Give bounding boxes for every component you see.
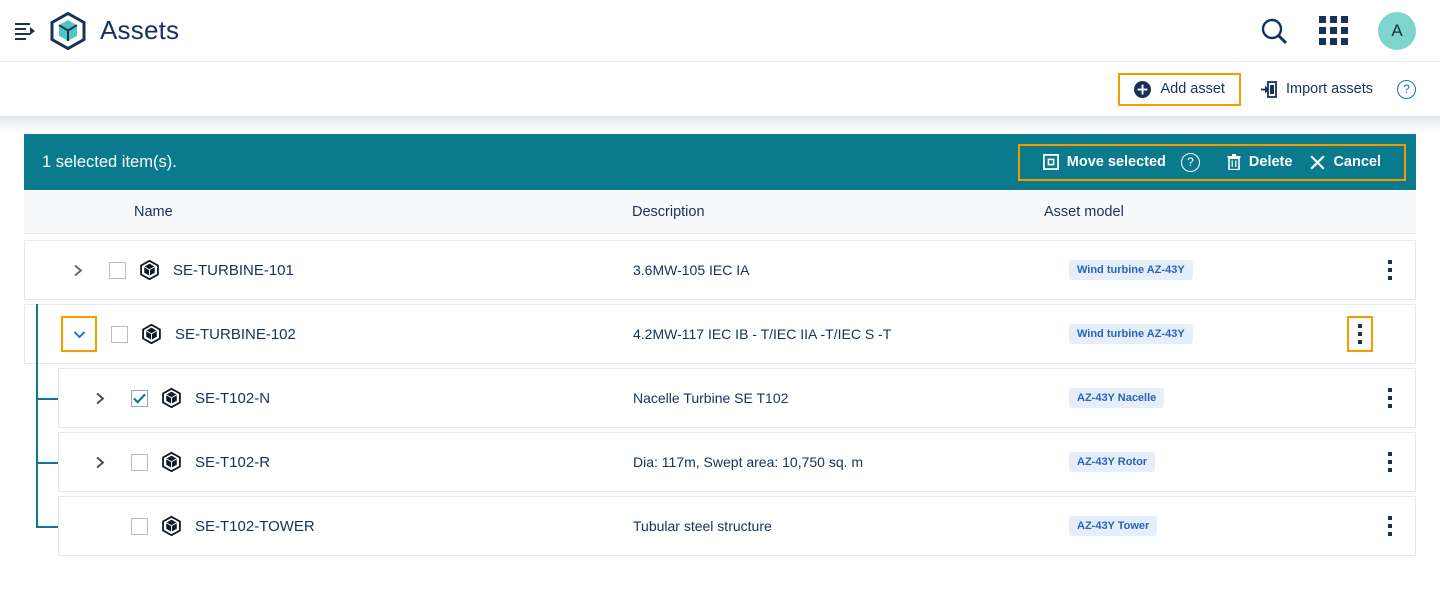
row-name-cell: SE-T102-TOWER (83, 497, 315, 555)
plus-circle-icon (1134, 80, 1152, 98)
asset-model-badge: Wind turbine AZ-43Y (1069, 324, 1193, 344)
row-description: Dia: 117m, Swept area: 10,750 sq. m (633, 454, 864, 470)
app-header: Assets A (0, 0, 1440, 62)
selection-action-bar: 1 selected item(s). Move selected ? Dele… (24, 134, 1416, 190)
table-row[interactable]: SE-T102-TOWER Tubular steel structure AZ-4… (58, 496, 1416, 556)
header-actions: A (1259, 11, 1416, 50)
delete-label: Delete (1248, 154, 1293, 170)
tree-connector-horizontal (36, 398, 58, 400)
column-header-asset-model: Asset model (1044, 203, 1124, 220)
row-checkbox[interactable] (111, 325, 128, 343)
asset-toolbar: Add asset Import assets ? (0, 62, 1440, 116)
cancel-label: Cancel (1333, 154, 1381, 170)
avatar[interactable]: A (1378, 11, 1416, 50)
row-checkbox[interactable] (131, 389, 148, 407)
close-icon (1310, 154, 1325, 170)
row-description: Nacelle Turbine SE T102 (633, 390, 789, 406)
import-assets-button[interactable]: Import assets (1251, 74, 1383, 105)
row-checkbox[interactable] (109, 261, 126, 279)
row-description: 3.6MW-105 IEC IA (633, 262, 750, 278)
chevron-down-icon[interactable] (61, 316, 97, 352)
row-name-label: SE-T102-N (195, 389, 271, 407)
column-header-name: Name (134, 203, 173, 220)
asset-cube-icon (162, 452, 181, 472)
asset-cube-icon (162, 516, 181, 536)
add-asset-button[interactable]: Add asset (1118, 72, 1241, 106)
delete-button[interactable]: Delete (1218, 154, 1302, 170)
table-row[interactable]: SE-TURBINE-102 4.2MW-117 IEC IB - T/IEC I… (24, 304, 1416, 364)
table-row[interactable]: SE-T102-R Dia: 117m, Swept area: 10,750 s… (58, 432, 1416, 492)
row-name-label: SE-T102-R (195, 453, 271, 471)
row-more-menu-icon[interactable] (1379, 511, 1401, 541)
asset-cube-icon (142, 324, 161, 344)
row-checkbox[interactable] (131, 453, 148, 471)
import-assets-label: Import assets (1285, 81, 1373, 97)
tree-connector-vertical (36, 304, 38, 526)
chevron-right-icon[interactable] (83, 445, 117, 479)
asset-model-badge: AZ-43Y Tower (1069, 516, 1158, 536)
tree-connector-horizontal (36, 526, 58, 528)
row-description: Tubular steel structure (633, 518, 772, 534)
row-name-label: SE-T102-TOWER (195, 517, 315, 535)
move-selected-button[interactable]: Move selected (1034, 154, 1175, 170)
column-header-description: Description (632, 203, 705, 220)
help-icon[interactable]: ? (1397, 79, 1416, 99)
assets-table-container: 1 selected item(s). Move selected ? Dele… (0, 134, 1440, 556)
selection-actions-group: Move selected ? Delete Cancel (1017, 143, 1406, 181)
row-name-label: SE-TURBINE-101 (173, 261, 294, 279)
table-row[interactable]: SE-TURBINE-101 3.6MW-105 IEC IA Wind turbi… (24, 240, 1416, 300)
row-name-cell: SE-T102-R (83, 433, 270, 491)
tree-connector-horizontal (36, 462, 58, 464)
row-name-label: SE-TURBINE-102 (175, 325, 296, 343)
row-name-cell: SE-TURBINE-102 (61, 305, 296, 363)
chevron-right-icon[interactable] (83, 381, 117, 415)
add-asset-label: Add asset (1160, 81, 1225, 97)
table-header-row: Name Description Asset model (24, 190, 1416, 234)
asset-cube-icon (140, 260, 159, 280)
selected-count-label: 1 selected item(s). (42, 152, 177, 171)
move-selected-label: Move selected (1066, 154, 1166, 170)
search-icon[interactable] (1259, 16, 1289, 46)
row-expand-placeholder (83, 509, 117, 543)
row-description: 4.2MW-117 IEC IB - T/IEC IIA -T/IEC S -T (633, 326, 892, 342)
row-more-menu-icon[interactable] (1379, 255, 1401, 285)
move-help-icon[interactable]: ? (1180, 152, 1200, 172)
row-checkbox[interactable] (131, 517, 148, 535)
row-more-menu-icon[interactable] (1379, 447, 1401, 477)
cancel-button[interactable]: Cancel (1301, 154, 1390, 170)
page-title: Assets (100, 15, 180, 45)
row-more-menu-icon[interactable] (1379, 383, 1401, 413)
asset-model-badge: Wind turbine AZ-43Y (1069, 260, 1193, 280)
table-row[interactable]: SE-T102-N Nacelle Turbine SE T102 AZ-43Y N… (58, 368, 1416, 428)
apps-grid-icon[interactable] (1319, 16, 1348, 45)
row-name-cell: SE-T102-N (83, 369, 270, 427)
import-icon (1260, 80, 1277, 98)
chevron-right-icon[interactable] (61, 253, 95, 287)
asset-model-badge: AZ-43Y Rotor (1069, 452, 1156, 472)
assets-table-body: SE-TURBINE-101 3.6MW-105 IEC IA Wind turbi… (24, 240, 1416, 556)
row-name-cell: SE-TURBINE-101 (61, 241, 294, 299)
move-icon (1042, 154, 1059, 170)
asset-cube-icon (162, 388, 181, 408)
trash-icon (1227, 154, 1241, 170)
hamburger-menu-icon[interactable] (8, 14, 42, 48)
row-more-menu-icon[interactable] (1347, 316, 1373, 352)
asset-model-badge: AZ-43Y Nacelle (1069, 388, 1165, 408)
toolbar-divider (0, 116, 1440, 134)
cube-logo-icon (50, 11, 86, 50)
